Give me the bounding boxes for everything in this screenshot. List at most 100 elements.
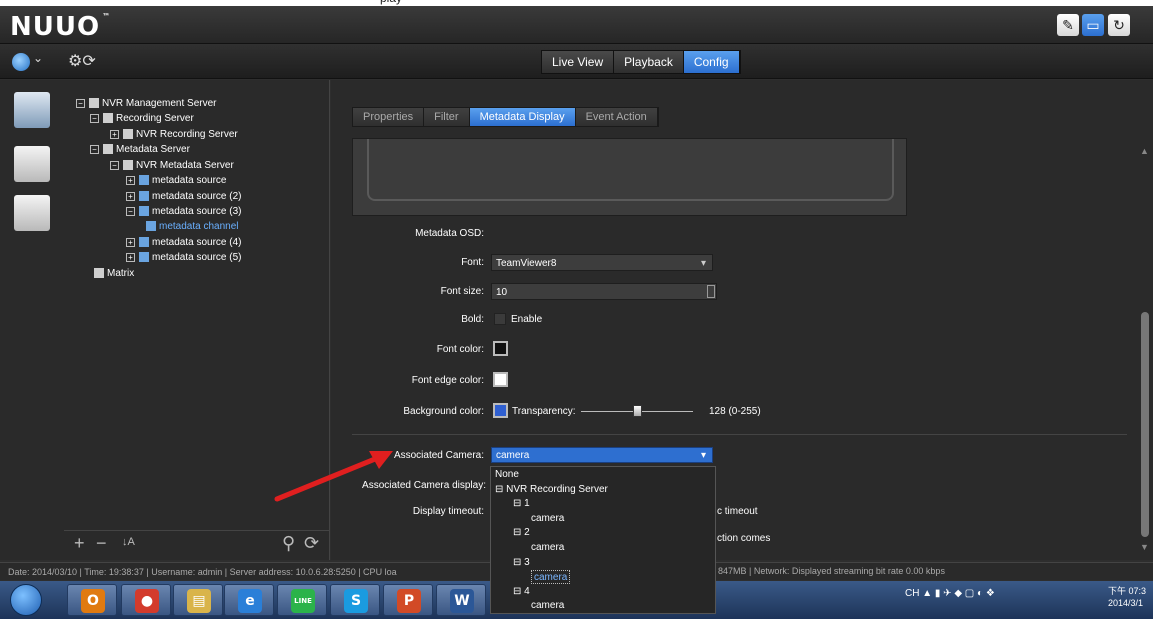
- monitor-icon[interactable]: ▭: [1082, 14, 1104, 36]
- collapse-icon[interactable]: −: [76, 98, 85, 108]
- remove-icon[interactable]: −: [96, 533, 107, 554]
- title-bar: NUUO ™ ✎ ▭ ↻: [0, 6, 1153, 44]
- subtab-event-action[interactable]: Event Action: [575, 108, 658, 126]
- start-button[interactable]: [10, 584, 42, 616]
- tree-item-label: metadata source (2): [152, 191, 242, 202]
- chevron-down-icon[interactable]: ⌄: [33, 51, 43, 65]
- dropdown-option[interactable]: ⊟ 3: [513, 556, 530, 570]
- dropdown-option[interactable]: ⊟ NVR Recording Server: [495, 483, 608, 497]
- tree-item[interactable]: Matrix: [94, 266, 134, 281]
- divider: [352, 434, 1127, 435]
- dropdown-option[interactable]: camera: [531, 570, 571, 585]
- globe-icon[interactable]: [12, 53, 30, 71]
- dropdown-option[interactable]: None: [495, 468, 519, 482]
- tree-item[interactable]: + metadata source (4): [126, 235, 242, 250]
- tree-item[interactable]: + metadata source (2): [126, 189, 242, 204]
- powerpoint-app[interactable]: P: [383, 584, 433, 616]
- tree-item[interactable]: + metadata source (5): [126, 250, 242, 265]
- tree-item-label: metadata source (4): [152, 237, 242, 248]
- dropdown-option[interactable]: camera: [531, 541, 564, 555]
- bold-label: Bold:: [461, 314, 484, 325]
- expand-icon[interactable]: +: [126, 252, 135, 262]
- left-icon-column: [0, 80, 64, 560]
- dropdown-option[interactable]: ⊟ 4: [513, 585, 530, 599]
- add-icon[interactable]: +: [74, 533, 85, 554]
- expand-icon[interactable]: +: [110, 129, 119, 139]
- sort-icon[interactable]: ↓A: [122, 536, 135, 548]
- bg-color-swatch[interactable]: [493, 403, 508, 418]
- expand-icon[interactable]: +: [126, 175, 135, 185]
- chrome-app[interactable]: ●: [121, 584, 171, 616]
- expand-icon[interactable]: +: [126, 237, 135, 247]
- tree-item[interactable]: metadata channel: [146, 219, 239, 234]
- gear-sync-icon[interactable]: ⚙⟳: [68, 51, 96, 71]
- settings-icon[interactable]: ⟳: [304, 533, 319, 554]
- expand-icon[interactable]: +: [126, 191, 135, 201]
- line-app[interactable]: LINE: [277, 584, 327, 616]
- chevron-down-icon: ▾: [700, 450, 706, 461]
- outlook-icon: O: [81, 589, 105, 613]
- vertical-scrollbar[interactable]: ▲ ▼: [1137, 80, 1153, 560]
- server-node-icon: [146, 221, 156, 232]
- dropdown-option[interactable]: ⊟ 1: [513, 497, 530, 511]
- tree-item-label: metadata source (3): [152, 206, 242, 217]
- dropdown-option[interactable]: camera: [531, 599, 564, 613]
- wrench-icon[interactable]: ✎: [1057, 14, 1079, 36]
- tree-item[interactable]: − metadata source (3): [126, 204, 242, 219]
- server-icon[interactable]: [14, 92, 50, 128]
- server-node-icon: [103, 144, 113, 155]
- assoc-camera-select[interactable]: camera ▾: [491, 447, 713, 463]
- dropdown-option[interactable]: camera: [531, 512, 564, 526]
- powerpoint-icon: P: [397, 589, 421, 613]
- explorer-icon: ▤: [187, 589, 211, 613]
- slider-thumb[interactable]: [633, 405, 643, 417]
- bold-checkbox[interactable]: [494, 313, 506, 325]
- collapse-icon[interactable]: −: [126, 206, 135, 216]
- tools-icon[interactable]: [14, 146, 50, 182]
- tab-config[interactable]: Config: [683, 51, 740, 73]
- subtab-properties[interactable]: Properties: [353, 108, 425, 126]
- tree-item[interactable]: + NVR Recording Server: [110, 127, 238, 142]
- tree-item-label: metadata channel: [159, 221, 239, 232]
- tree-item[interactable]: − Metadata Server: [90, 142, 190, 157]
- mode-tabs: Live View Playback Config: [541, 50, 741, 74]
- font-size-label: Font size:: [440, 286, 484, 297]
- server-node-icon: [139, 206, 149, 217]
- ie-app[interactable]: e: [224, 584, 274, 616]
- tab-live-view[interactable]: Live View: [542, 51, 615, 73]
- font-select[interactable]: TeamViewer8 ▾: [491, 254, 713, 271]
- font-edge-color-swatch[interactable]: [493, 372, 508, 387]
- font-size-stepper[interactable]: 10: [491, 283, 717, 300]
- subtab-filter[interactable]: Filter: [424, 108, 470, 126]
- server-node-icon: [103, 113, 113, 124]
- status-bar-right: 847MB | Network: Displayed streaming bit…: [718, 566, 945, 576]
- word-app[interactable]: W: [436, 584, 486, 616]
- system-tray[interactable]: CH ▲ ▮ ✈ ◆ ▢ ◐ ❖: [905, 588, 995, 599]
- bold-enable-label: Enable: [511, 314, 543, 325]
- clock[interactable]: 下午 07:3 2014/3/1: [1108, 585, 1146, 609]
- subtab-metadata-display[interactable]: Metadata Display: [469, 108, 576, 126]
- collapse-icon[interactable]: −: [90, 113, 99, 123]
- collapse-icon[interactable]: −: [110, 160, 119, 170]
- dropdown-option[interactable]: ⊟ 2: [513, 526, 530, 540]
- tree-item[interactable]: − NVR Metadata Server: [110, 158, 234, 173]
- explorer-app[interactable]: ▤: [173, 584, 223, 616]
- refresh-icon[interactable]: ↻: [1108, 14, 1130, 36]
- tab-playback[interactable]: Playback: [614, 51, 684, 73]
- search-icon[interactable]: ⚲: [282, 533, 295, 554]
- tree-item[interactable]: − Recording Server: [90, 111, 194, 126]
- collapse-icon[interactable]: −: [90, 144, 99, 154]
- transparency-slider[interactable]: [581, 405, 693, 417]
- outlook-app[interactable]: O: [67, 584, 117, 616]
- osd-label: Metadata OSD:: [415, 228, 484, 239]
- camera-dropdown-list: None ⊟ NVR Recording Server ⊟ 1 camera ⊟ 2 ca…: [490, 466, 716, 614]
- scroll-thumb[interactable]: [1141, 312, 1149, 537]
- main-toolbar: ⌄ ⚙⟳ Live View Playback Config: [0, 44, 1153, 79]
- tree-item[interactable]: − NVR Management Server: [76, 96, 217, 111]
- tree-item[interactable]: + metadata source: [126, 173, 227, 188]
- skype-app[interactable]: S: [330, 584, 380, 616]
- font-color-swatch[interactable]: [493, 341, 508, 356]
- help-icon[interactable]: [14, 195, 50, 231]
- tree-item-label: NVR Management Server: [102, 98, 217, 109]
- ie-icon: e: [238, 589, 262, 613]
